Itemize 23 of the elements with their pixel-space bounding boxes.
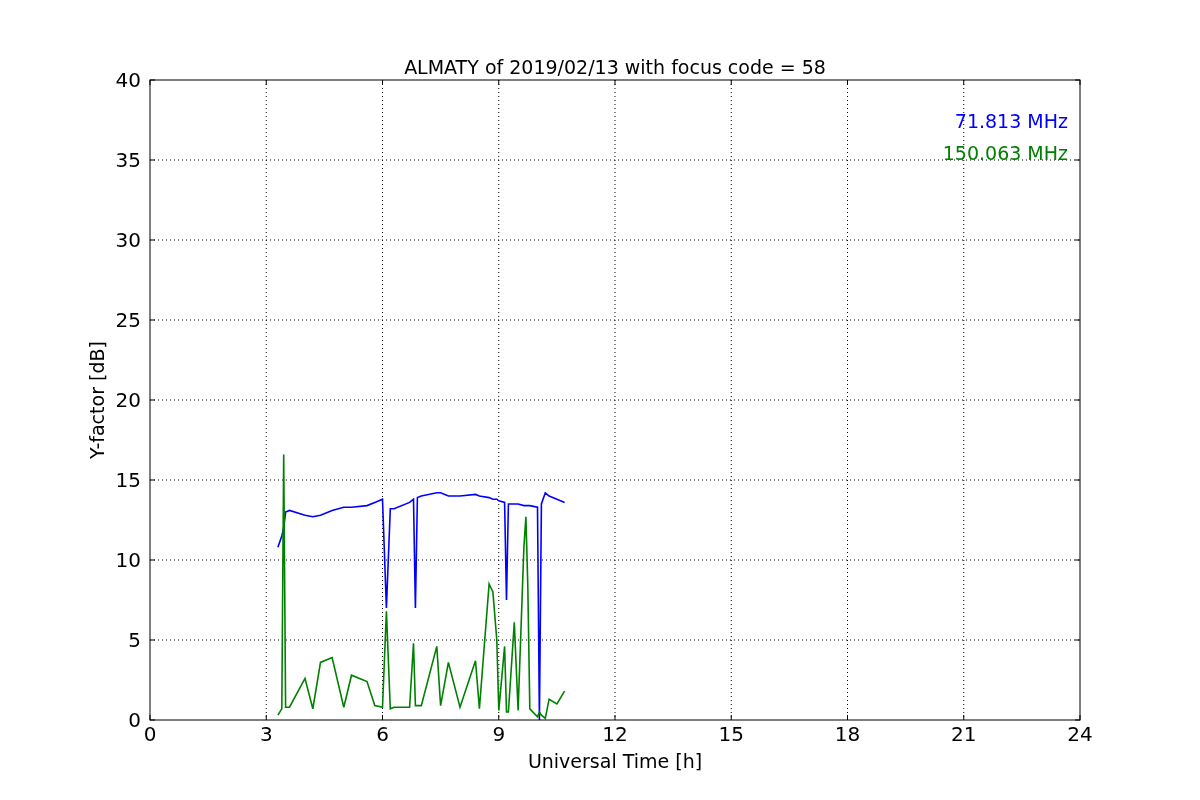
tick-label: 30 [115,228,141,252]
tick-label: 35 [115,148,141,172]
tick-label: 24 [1067,722,1093,746]
tick-label: 5 [128,628,141,652]
tick-label: 0 [128,708,141,732]
tick-label: 3 [259,722,273,746]
tick-label: 15 [115,468,141,492]
tick-label: 6 [376,722,389,746]
tick-label: 0 [143,722,157,746]
tick-label: 18 [834,722,861,746]
tick-label: 21 [951,722,977,746]
chart-title: ALMATY of 2019/02/13 with focus code = 58 [404,56,826,78]
tick-label: 15 [718,722,744,746]
tick-label: 20 [115,388,141,412]
axis-label: Universal Time [h] [527,750,703,772]
legend-label: 71.813 MHz [954,110,1068,132]
tick-label: 40 [115,68,141,92]
axis-label: Y-factor [dB] [86,341,108,459]
tick-label: 10 [115,548,141,572]
tick-label: 25 [115,308,141,332]
tick-label: 12 [602,722,628,746]
tick-label: 9 [492,722,506,746]
legend-label: 150.063 MHz [942,142,1068,164]
